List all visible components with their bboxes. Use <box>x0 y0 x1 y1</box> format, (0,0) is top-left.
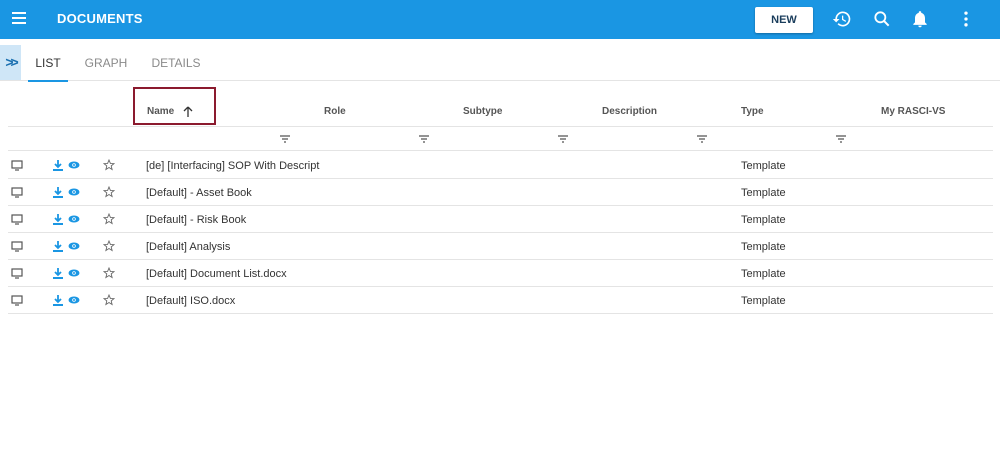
document-name[interactable]: [Default] ISO.docx <box>146 295 235 307</box>
star-outline-icon[interactable] <box>103 240 115 252</box>
new-button[interactable]: NEW <box>755 7 813 33</box>
download-icon[interactable] <box>52 294 64 306</box>
column-header-subtype[interactable]: Subtype <box>463 106 502 117</box>
document-type: Template <box>741 160 786 172</box>
column-header-description[interactable]: Description <box>602 106 657 117</box>
expand-panel-button[interactable]: >> <box>0 45 21 80</box>
table-row[interactable]: [Default] - Asset Book Template <box>8 179 993 206</box>
monitor-icon[interactable] <box>11 267 23 279</box>
tab-graph[interactable]: GRAPH <box>80 45 132 81</box>
more-vertical-icon[interactable] <box>956 9 976 29</box>
table-row[interactable]: [Default] - Risk Book Template <box>8 206 993 233</box>
eye-icon[interactable] <box>68 240 80 252</box>
table-row[interactable]: [Default] ISO.docx Template <box>8 287 993 314</box>
download-icon[interactable] <box>52 159 64 171</box>
filter-icon[interactable] <box>558 135 568 143</box>
document-type: Template <box>741 295 786 307</box>
document-type: Template <box>741 241 786 253</box>
document-name[interactable]: [Default] - Risk Book <box>146 214 246 226</box>
filter-icon[interactable] <box>697 135 707 143</box>
filter-icon[interactable] <box>419 135 429 143</box>
filter-icon[interactable] <box>280 135 290 143</box>
monitor-icon[interactable] <box>11 294 23 306</box>
name-header-highlight <box>133 87 216 125</box>
search-icon[interactable] <box>872 9 892 29</box>
document-type: Template <box>741 268 786 280</box>
bell-icon[interactable] <box>910 9 930 29</box>
eye-icon[interactable] <box>68 267 80 279</box>
app-title: DOCUMENTS <box>57 11 143 26</box>
document-name[interactable]: [Default] - Asset Book <box>146 187 252 199</box>
star-outline-icon[interactable] <box>103 213 115 225</box>
eye-icon[interactable] <box>68 159 80 171</box>
document-name[interactable]: [Default] Document List.docx <box>146 268 287 280</box>
document-type: Template <box>741 187 786 199</box>
column-header-type[interactable]: Type <box>741 106 764 117</box>
table-row[interactable]: [Default] Analysis Template <box>8 233 993 260</box>
top-app-bar: DOCUMENTS NEW <box>0 0 1000 39</box>
column-header-role[interactable]: Role <box>324 106 346 117</box>
eye-icon[interactable] <box>68 294 80 306</box>
table-row[interactable]: [de] [Interfacing] SOP With Descript Temp… <box>8 152 993 179</box>
hamburger-menu-icon[interactable] <box>12 12 26 26</box>
filter-row <box>8 126 993 151</box>
document-name[interactable]: [de] [Interfacing] SOP With Descript <box>146 160 319 172</box>
tab-list[interactable]: LIST <box>28 45 68 82</box>
tab-bar: >> LIST GRAPH DETAILS <box>0 45 1000 82</box>
monitor-icon[interactable] <box>11 240 23 252</box>
column-header-rasci[interactable]: My RASCI-VS <box>881 106 945 117</box>
star-outline-icon[interactable] <box>103 294 115 306</box>
star-outline-icon[interactable] <box>103 186 115 198</box>
tab-details[interactable]: DETAILS <box>148 45 204 81</box>
monitor-icon[interactable] <box>11 213 23 225</box>
eye-icon[interactable] <box>68 186 80 198</box>
download-icon[interactable] <box>52 186 64 198</box>
download-icon[interactable] <box>52 213 64 225</box>
table-row[interactable]: [Default] Document List.docx Template <box>8 260 993 287</box>
history-icon[interactable] <box>832 9 852 29</box>
document-name[interactable]: [Default] Analysis <box>146 241 230 253</box>
download-icon[interactable] <box>52 240 64 252</box>
download-icon[interactable] <box>52 267 64 279</box>
sort-ascending-icon[interactable] <box>183 106 193 118</box>
star-outline-icon[interactable] <box>103 159 115 171</box>
filter-icon[interactable] <box>836 135 846 143</box>
document-type: Template <box>741 214 786 226</box>
eye-icon[interactable] <box>68 213 80 225</box>
star-outline-icon[interactable] <box>103 267 115 279</box>
monitor-icon[interactable] <box>11 186 23 198</box>
monitor-icon[interactable] <box>11 159 23 171</box>
